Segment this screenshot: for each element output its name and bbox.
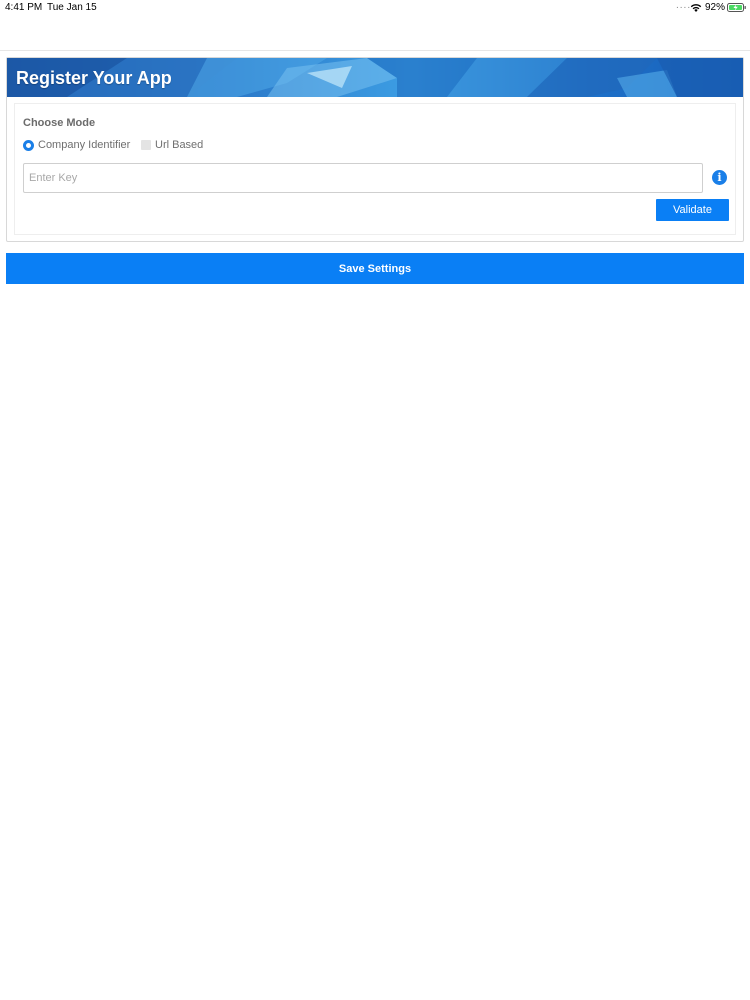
mode-panel: Choose Mode Company Identifier Url Based… — [14, 103, 736, 235]
status-bar: 4:41 PM Tue Jan 15 .... 92% — [0, 0, 750, 15]
save-settings-button[interactable]: Save Settings — [6, 253, 744, 284]
register-title: Register Your App — [16, 68, 172, 88]
radio-selected-icon[interactable] — [23, 139, 34, 151]
nav-divider — [0, 50, 750, 51]
battery-percent: 92% — [705, 2, 726, 13]
choose-mode-label: Choose Mode — [23, 117, 96, 129]
register-banner: Register Your App — [7, 58, 743, 97]
enter-key-input[interactable] — [23, 163, 703, 193]
status-time: 4:41 PM — [5, 2, 43, 13]
validate-button[interactable]: Validate — [656, 199, 729, 221]
mode-option-label: Company Identifier — [38, 139, 131, 151]
register-card: Register Your App Choose Mode Company Id… — [6, 57, 744, 242]
battery-charging-icon — [727, 3, 746, 12]
info-icon[interactable]: i — [712, 170, 727, 185]
signal-dots: .... — [676, 0, 692, 11]
mode-option-company-identifier[interactable]: Company Identifier — [23, 138, 130, 152]
status-date: Tue Jan 15 — [47, 2, 97, 13]
wifi-icon — [690, 4, 702, 12]
mode-option-url-based[interactable]: Url Based — [141, 138, 203, 152]
mode-option-label: Url Based — [155, 139, 204, 151]
checkbox-unchecked-icon[interactable] — [141, 140, 151, 150]
